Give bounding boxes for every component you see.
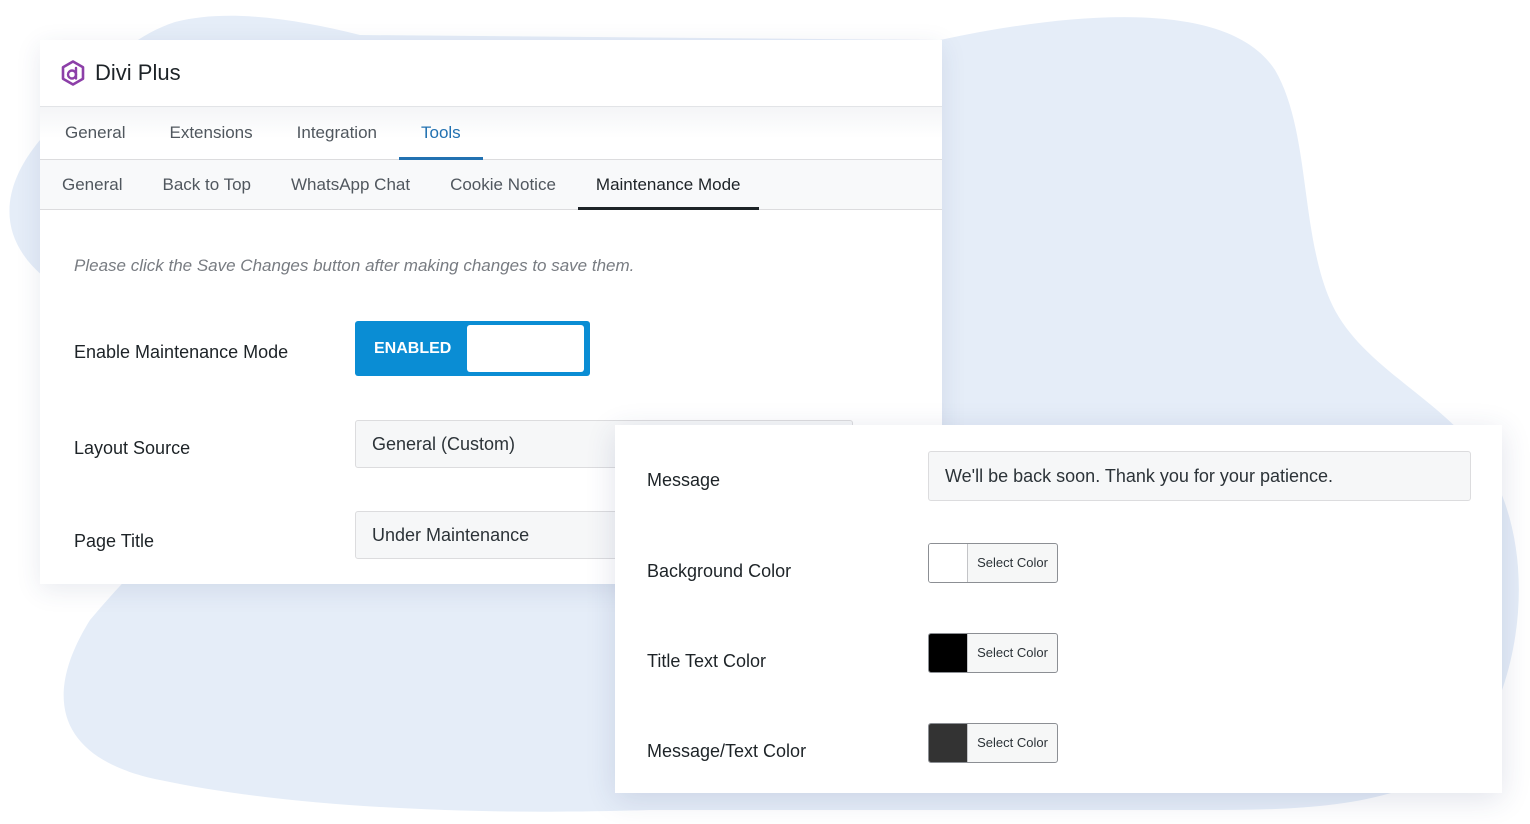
- subtab-back-to-top[interactable]: Back to Top: [142, 160, 271, 209]
- tab-tools[interactable]: Tools: [399, 107, 483, 160]
- enable-maintenance-label: Enable Maintenance Mode: [74, 342, 289, 362]
- title-text-color-label: Title Text Color: [647, 651, 767, 671]
- title-text-color-swatch: [929, 634, 968, 672]
- background-color-label: Background Color: [647, 561, 792, 581]
- message-label: Message: [647, 470, 721, 490]
- background-color-picker[interactable]: Select Color: [928, 543, 1058, 583]
- message-text-color-swatch: [929, 724, 968, 762]
- toggle-state-text: ENABLED: [374, 340, 452, 357]
- message-text-color-picker[interactable]: Select Color: [928, 723, 1058, 763]
- subtab-general[interactable]: General: [40, 160, 142, 209]
- select-color-button[interactable]: Select Color: [968, 634, 1057, 672]
- message-text-color-label: Message/Text Color: [647, 741, 807, 761]
- secondary-tabs: General Back to Top WhatsApp Chat Cookie…: [40, 160, 942, 210]
- subtab-maintenance-mode[interactable]: Maintenance Mode: [576, 160, 761, 210]
- appearance-panel: Message We'll be back soon. Thank you fo…: [615, 425, 1502, 793]
- layout-source-label: Layout Source: [74, 438, 191, 458]
- primary-tabs: General Extensions Integration Tools: [40, 107, 942, 160]
- save-notice: Please click the Save Changes button aft…: [74, 256, 635, 275]
- subtab-whatsapp-chat[interactable]: WhatsApp Chat: [271, 160, 430, 209]
- divi-plus-logo-icon: [60, 60, 86, 86]
- toggle-knob: [467, 325, 584, 372]
- brand-header: Divi Plus: [40, 40, 942, 107]
- select-color-button[interactable]: Select Color: [968, 544, 1057, 582]
- title-text-color-picker[interactable]: Select Color: [928, 633, 1058, 673]
- subtab-cookie-notice[interactable]: Cookie Notice: [430, 160, 576, 209]
- background-color-swatch: [929, 544, 968, 582]
- app-name: Divi Plus: [95, 60, 181, 85]
- tab-general[interactable]: General: [43, 107, 147, 159]
- page-title-label: Page Title: [74, 531, 155, 551]
- maintenance-toggle[interactable]: ENABLED: [355, 321, 590, 376]
- select-color-button[interactable]: Select Color: [968, 724, 1057, 762]
- message-input[interactable]: We'll be back soon. Thank you for your p…: [928, 451, 1471, 501]
- tab-extensions[interactable]: Extensions: [147, 107, 274, 159]
- tab-integration[interactable]: Integration: [275, 107, 399, 159]
